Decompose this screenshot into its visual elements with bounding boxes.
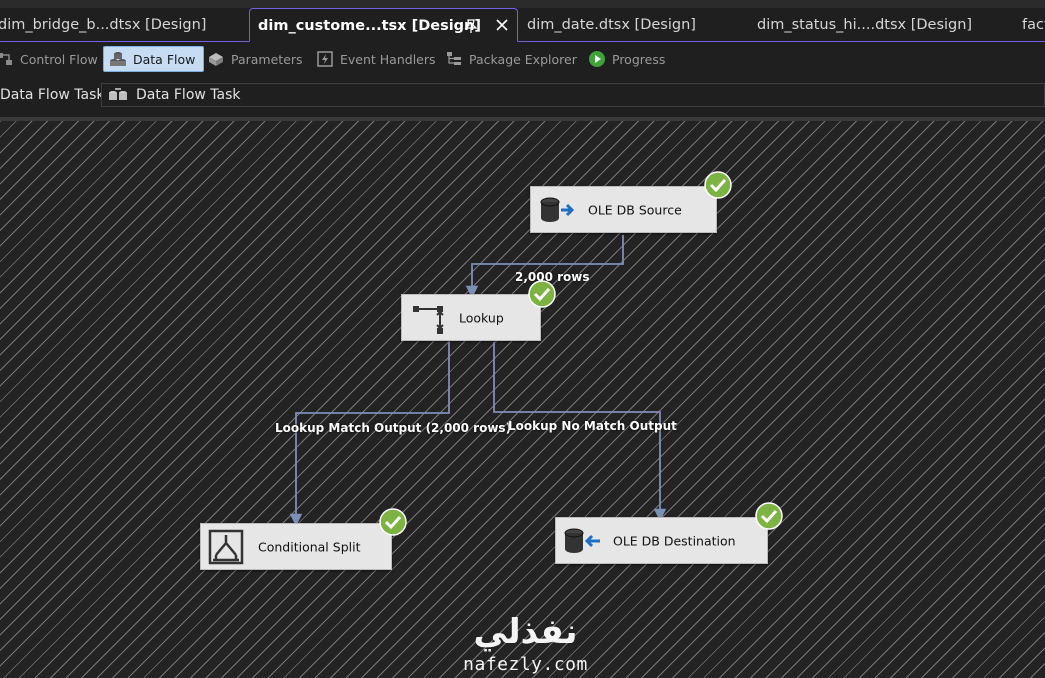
data-flow-task-label: Data Flow Task: <box>0 87 110 103</box>
tab-label: dim_date.dtsx [Design] <box>527 17 696 33</box>
conditional-split-component[interactable]: Conditional Split <box>200 523 392 570</box>
event-handlers-icon <box>317 51 333 67</box>
pin-icon[interactable] <box>463 18 479 34</box>
data-flow-task-dropdown[interactable]: Data Flow Task <box>101 83 1045 107</box>
package-explorer-label: Package Explorer <box>469 51 577 67</box>
tab-dim-status[interactable]: dim_status_hi....dtsx [Design] <box>749 8 1014 41</box>
data-flow-task-bar: Data Flow Task: Data Flow Task <box>0 80 1045 110</box>
play-icon <box>589 51 605 67</box>
lookup-component[interactable]: Lookup <box>401 294 541 341</box>
tab-label: fact <box>1022 17 1045 33</box>
parameters-icon <box>209 53 223 66</box>
progress-label: Progress <box>612 51 666 67</box>
data-flow-icon <box>110 52 126 66</box>
data-flow-task-value: Data Flow Task <box>136 87 241 103</box>
lookup-icon <box>413 305 444 334</box>
package-explorer-icon <box>447 52 461 65</box>
document-tab-bar: dim_bridge_b...dtsx [Design] dim_custome… <box>0 8 1045 42</box>
success-check-icon <box>528 280 556 308</box>
tab-label: dim_custome...tsx [Design] <box>258 18 482 34</box>
path-label-match-output: Lookup Match Output (2,000 rows) <box>275 421 512 435</box>
node-label: OLE DB Source <box>588 202 682 217</box>
control-flow-icon <box>0 53 12 65</box>
node-label: OLE DB Destination <box>613 533 736 548</box>
data-flow-button[interactable]: Data Flow <box>103 46 205 72</box>
tab-label: dim_bridge_b...dtsx [Design] <box>0 17 207 33</box>
tab-dim-date[interactable]: dim_date.dtsx [Design] <box>519 8 749 41</box>
data-flow-design-surface[interactable] <box>0 117 1045 678</box>
tab-dim-bridge[interactable]: dim_bridge_b...dtsx [Design] <box>0 8 248 41</box>
database-source-icon <box>540 197 575 222</box>
ole-db-source-component[interactable]: OLE DB Source <box>530 186 717 233</box>
designer-toolbar: Control Flow Data Flow Parameters Event … <box>0 43 1045 75</box>
data-flow-task-icon <box>109 88 127 100</box>
control-flow-label: Control Flow <box>20 51 98 67</box>
progress-button[interactable]: Progress <box>588 46 665 72</box>
conditional-split-icon <box>208 529 244 564</box>
parameters-label: Parameters <box>231 51 303 67</box>
data-flow-label: Data Flow <box>133 51 196 67</box>
tab-dim-customer-active[interactable]: dim_custome...tsx [Design] <box>249 8 518 42</box>
success-check-icon <box>704 171 732 199</box>
close-icon[interactable] <box>494 17 510 33</box>
watermark-domain-text: nafezly.com <box>463 654 588 675</box>
success-check-icon <box>379 508 407 536</box>
event-handlers-button[interactable]: Event Handlers <box>316 46 436 72</box>
package-explorer-button[interactable]: Package Explorer <box>445 46 577 72</box>
path-label-no-match-output: Lookup No Match Output <box>508 419 677 433</box>
tab-label: dim_status_hi....dtsx [Design] <box>757 17 973 33</box>
watermark-arabic-text: نفذلي <box>473 612 578 652</box>
node-label: Conditional Split <box>258 539 361 554</box>
success-check-icon <box>755 502 783 530</box>
parameters-button[interactable]: Parameters <box>207 46 303 72</box>
event-handlers-label: Event Handlers <box>340 51 436 67</box>
tab-fact[interactable]: fact <box>1014 8 1045 41</box>
node-label: Lookup <box>459 310 504 325</box>
ole-db-destination-component[interactable]: OLE DB Destination <box>555 517 768 564</box>
nafezly-watermark: نفذلي nafezly.com <box>458 610 593 678</box>
database-destination-icon <box>564 528 600 553</box>
title-strip <box>0 0 1045 8</box>
control-flow-button[interactable]: Control Flow <box>0 46 98 72</box>
